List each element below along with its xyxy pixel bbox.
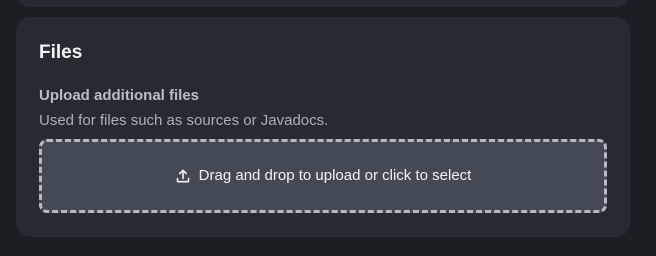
page: Files Upload additional files Used for f…	[0, 0, 656, 256]
files-card: Files Upload additional files Used for f…	[16, 17, 630, 237]
files-title: Files	[39, 42, 83, 63]
upload-label: Upload additional files	[39, 87, 200, 104]
previous-card	[16, 0, 630, 7]
dropzone-text: Drag and drop to upload or click to sele…	[198, 167, 472, 184]
file-dropzone[interactable]: Drag and drop to upload or click to sele…	[39, 139, 607, 213]
upload-icon	[175, 168, 191, 184]
upload-description: Used for files such as sources or Javado…	[39, 112, 329, 129]
